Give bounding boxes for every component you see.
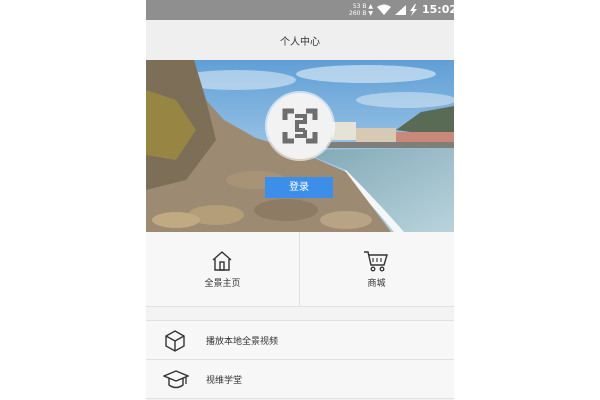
page-title: 个人中心	[280, 37, 320, 48]
play-local-video-label: 播放本地全景视频	[206, 337, 279, 347]
upload-speed: 53 B	[352, 3, 367, 10]
signal-icon	[395, 5, 406, 15]
phone-screen: 53 B ▲ 260 B ▼ 15:02 个人中心 登录 全景主页 商城 播放本…	[146, 0, 454, 400]
panorama-home-label: 全景主页	[204, 279, 241, 289]
status-icons	[377, 4, 417, 16]
avatar[interactable]	[267, 93, 333, 159]
shop-label: 商城	[367, 279, 386, 289]
clock: 15:02	[422, 3, 454, 16]
title-bar: 个人中心	[146, 20, 454, 61]
charging-icon	[410, 4, 417, 16]
cube-icon	[165, 330, 185, 352]
status-bar: 53 B ▲ 260 B ▼ 15:02	[146, 0, 454, 20]
download-speed: 260 B	[349, 10, 367, 17]
menu-list: 播放本地全景视频 视维学堂	[146, 320, 454, 399]
graduation-cap-icon	[163, 370, 189, 389]
user-logo-icon	[282, 108, 318, 144]
profile-header: 登录	[146, 60, 454, 232]
play-local-video-item[interactable]: 播放本地全景视频	[146, 321, 454, 360]
wifi-icon	[377, 4, 391, 15]
academy-item[interactable]: 视维学堂	[146, 360, 454, 399]
shop-button[interactable]: 商城	[300, 232, 453, 306]
cart-icon	[364, 251, 388, 272]
panorama-home-button[interactable]: 全景主页	[146, 232, 299, 306]
home-icon	[212, 251, 232, 271]
login-button[interactable]: 登录	[265, 177, 333, 198]
academy-label: 视维学堂	[206, 376, 243, 386]
network-speed: 53 B ▲ 260 B ▼	[349, 3, 374, 17]
quick-actions: 全景主页 商城	[146, 232, 454, 307]
